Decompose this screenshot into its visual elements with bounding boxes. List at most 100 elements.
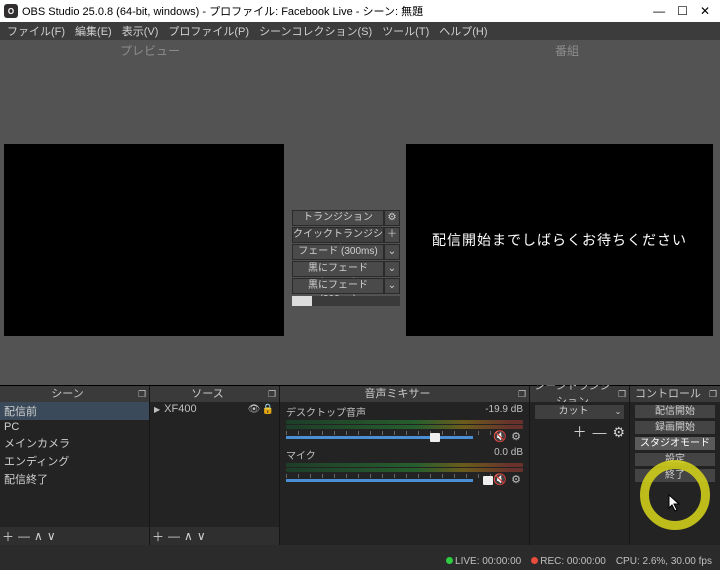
sources-popout-icon[interactable]: ❐ — [265, 386, 279, 402]
source-item[interactable]: ▶XF400👁🔒 — [150, 402, 279, 416]
transition-settings-icon[interactable]: ⚙ — [384, 210, 400, 226]
scenes-list: 配信前PCメインカメラエンディング配信終了 — [0, 402, 149, 527]
menu-bar: ファイル(F) 編集(E) 表示(V) プロファイル(P) シーンコレクション(… — [0, 22, 720, 40]
rec-dot-icon — [531, 557, 538, 564]
preview-label: プレビュー — [120, 42, 180, 59]
chevron-down-icon: ⌄ — [612, 405, 624, 419]
controls-body: 配信開始録画開始スタジオモード設定終了 — [630, 402, 720, 545]
scene-item[interactable]: 配信終了 — [0, 470, 149, 488]
scenes-title: シーン — [0, 386, 135, 402]
menu-profile[interactable]: プロファイル(P) — [163, 23, 254, 39]
mixer-channel: デスクトップ音声-19.9 dB🔇⚙ — [280, 402, 529, 445]
scene-transition-selected: カット — [535, 405, 612, 419]
scene-item[interactable]: PC — [0, 420, 149, 434]
quick-transition-2[interactable]: 黒にフェード (300ms) — [292, 278, 384, 294]
preview-display[interactable] — [4, 144, 284, 336]
scenes-down-icon[interactable]: ∨ — [47, 529, 56, 543]
sources-dock: ソース ❐ ▶XF400👁🔒 ＋ — ∧ ∨ — [150, 386, 280, 545]
quick-transition-label: クイックトランジション — [292, 227, 384, 243]
visibility-icon[interactable]: 👁 — [247, 404, 261, 415]
quick-transition-1[interactable]: 黒にフェード (300ms) — [292, 261, 384, 277]
channel-settings-icon[interactable]: ⚙ — [509, 473, 523, 486]
control-button-0[interactable]: 配信開始 — [634, 404, 716, 419]
transition-panel: トランジション ⚙ クイックトランジション ＋ フェード (300ms) ⌄ 黒… — [292, 210, 400, 306]
quick-transition-0[interactable]: フェード (300ms) — [292, 244, 384, 260]
scene-transition-add-icon[interactable]: ＋ — [573, 424, 587, 440]
lock-icon[interactable]: 🔒 — [261, 404, 275, 415]
scene-transition-remove-icon[interactable]: — — [593, 424, 607, 440]
program-label: 番組 — [555, 42, 579, 59]
t-bar-slider[interactable] — [292, 296, 400, 306]
status-live: LIVE: 00:00:00 — [446, 556, 521, 567]
scene-transition-popout-icon[interactable]: ❐ — [615, 386, 629, 402]
meter-l — [286, 420, 523, 424]
menu-edit[interactable]: 編集(E) — [70, 23, 117, 39]
close-button[interactable]: ✕ — [700, 4, 710, 18]
mixer-title: 音声ミキサー — [280, 386, 515, 402]
menu-file[interactable]: ファイル(F) — [2, 23, 70, 39]
menu-tools[interactable]: ツール(T) — [377, 23, 434, 39]
controls-title: コントロール — [630, 386, 706, 402]
main-area: プレビュー 番組 配信開始までしばらくお待ちください トランジション ⚙ クイッ… — [0, 40, 720, 385]
window-buttons: — ☐ ✕ — [653, 4, 716, 18]
sources-up-icon[interactable]: ∧ — [184, 529, 193, 543]
scene-transition-select[interactable]: カット ⌄ — [534, 404, 625, 420]
mute-icon[interactable]: 🔇 — [493, 473, 507, 486]
scene-item[interactable]: 配信前 — [0, 402, 149, 420]
program-display: 配信開始までしばらくお待ちください — [406, 144, 713, 336]
app-icon: O — [4, 4, 18, 18]
control-button-3[interactable]: 設定 — [634, 452, 716, 467]
minimize-button[interactable]: — — [653, 4, 665, 18]
live-dot-icon — [446, 557, 453, 564]
scenes-up-icon[interactable]: ∧ — [34, 529, 43, 543]
status-cpu: CPU: 2.6%, 30.00 fps — [616, 556, 712, 567]
controls-popout-icon[interactable]: ❐ — [706, 386, 720, 402]
quick-transition-add-icon[interactable]: ＋ — [384, 227, 400, 243]
scene-item[interactable]: エンディング — [0, 452, 149, 470]
docks-row: シーン ❐ 配信前PCメインカメラエンディング配信終了 ＋ — ∧ ∨ ソース … — [0, 385, 720, 545]
sources-list: ▶XF400👁🔒 — [150, 402, 279, 527]
mute-icon[interactable]: 🔇 — [493, 430, 507, 443]
sources-add-icon[interactable]: ＋ — [152, 528, 164, 545]
maximize-button[interactable]: ☐ — [677, 4, 688, 18]
mixer-channel: マイク0.0 dB 🔇⚙ — [280, 445, 529, 488]
scene-transition-body: カット ⌄ ＋ — ⚙ — [530, 402, 629, 545]
window-title: OBS Studio 25.0.8 (64-bit, windows) - プロ… — [22, 3, 653, 19]
menu-help[interactable]: ヘルプ(H) — [434, 23, 492, 39]
mixer-dock: 音声ミキサー ❐ デスクトップ音声-19.9 dB🔇⚙マイク0.0 dB🔇⚙ — [280, 386, 530, 545]
controls-dock: コントロール ❐ 配信開始録画開始スタジオモード設定終了 — [630, 386, 720, 545]
menu-scene-collection[interactable]: シーンコレクション(S) — [254, 23, 377, 39]
meter-r — [286, 425, 523, 429]
control-button-2[interactable]: スタジオモード — [634, 436, 716, 451]
scenes-popout-icon[interactable]: ❐ — [135, 386, 149, 402]
quick-transition-1-caret-icon[interactable]: ⌄ — [384, 261, 400, 277]
channel-db: -19.9 dB — [485, 404, 523, 419]
sources-title: ソース — [150, 386, 265, 402]
quick-transition-0-caret-icon[interactable]: ⌄ — [384, 244, 400, 260]
channel-settings-icon[interactable]: ⚙ — [509, 430, 523, 443]
control-button-1[interactable]: 録画開始 — [634, 420, 716, 435]
sources-remove-icon[interactable]: — — [168, 529, 180, 543]
sources-down-icon[interactable]: ∨ — [197, 529, 206, 543]
channel-db: 0.0 dB — [494, 447, 523, 462]
menu-view[interactable]: 表示(V) — [117, 23, 164, 39]
mixer-body: デスクトップ音声-19.9 dB🔇⚙マイク0.0 dB🔇⚙ — [280, 402, 529, 545]
scene-transition-settings-icon[interactable]: ⚙ — [612, 424, 625, 440]
scene-item[interactable]: メインカメラ — [0, 434, 149, 452]
scene-transition-dock: シーントランジション ❐ カット ⌄ ＋ — ⚙ — [530, 386, 630, 545]
scenes-add-icon[interactable]: ＋ — [2, 528, 14, 545]
control-button-4[interactable]: 終了 — [634, 468, 716, 483]
quick-transition-2-caret-icon[interactable]: ⌄ — [384, 278, 400, 294]
meter-l — [286, 463, 523, 467]
channel-name: マイク — [286, 447, 494, 462]
scenes-dock: シーン ❐ 配信前PCメインカメラエンディング配信終了 ＋ — ∧ ∨ — [0, 386, 150, 545]
mixer-popout-icon[interactable]: ❐ — [515, 386, 529, 402]
volume-slider[interactable] — [286, 431, 491, 443]
meter-r — [286, 468, 523, 472]
program-text: 配信開始までしばらくお待ちください — [432, 230, 687, 250]
transition-button[interactable]: トランジション — [292, 210, 384, 226]
source-name: XF400 — [164, 403, 247, 415]
scenes-remove-icon[interactable]: — — [18, 529, 30, 543]
volume-slider[interactable] — [286, 474, 491, 486]
status-bar: LIVE: 00:00:00 REC: 00:00:00 CPU: 2.6%, … — [0, 552, 720, 570]
